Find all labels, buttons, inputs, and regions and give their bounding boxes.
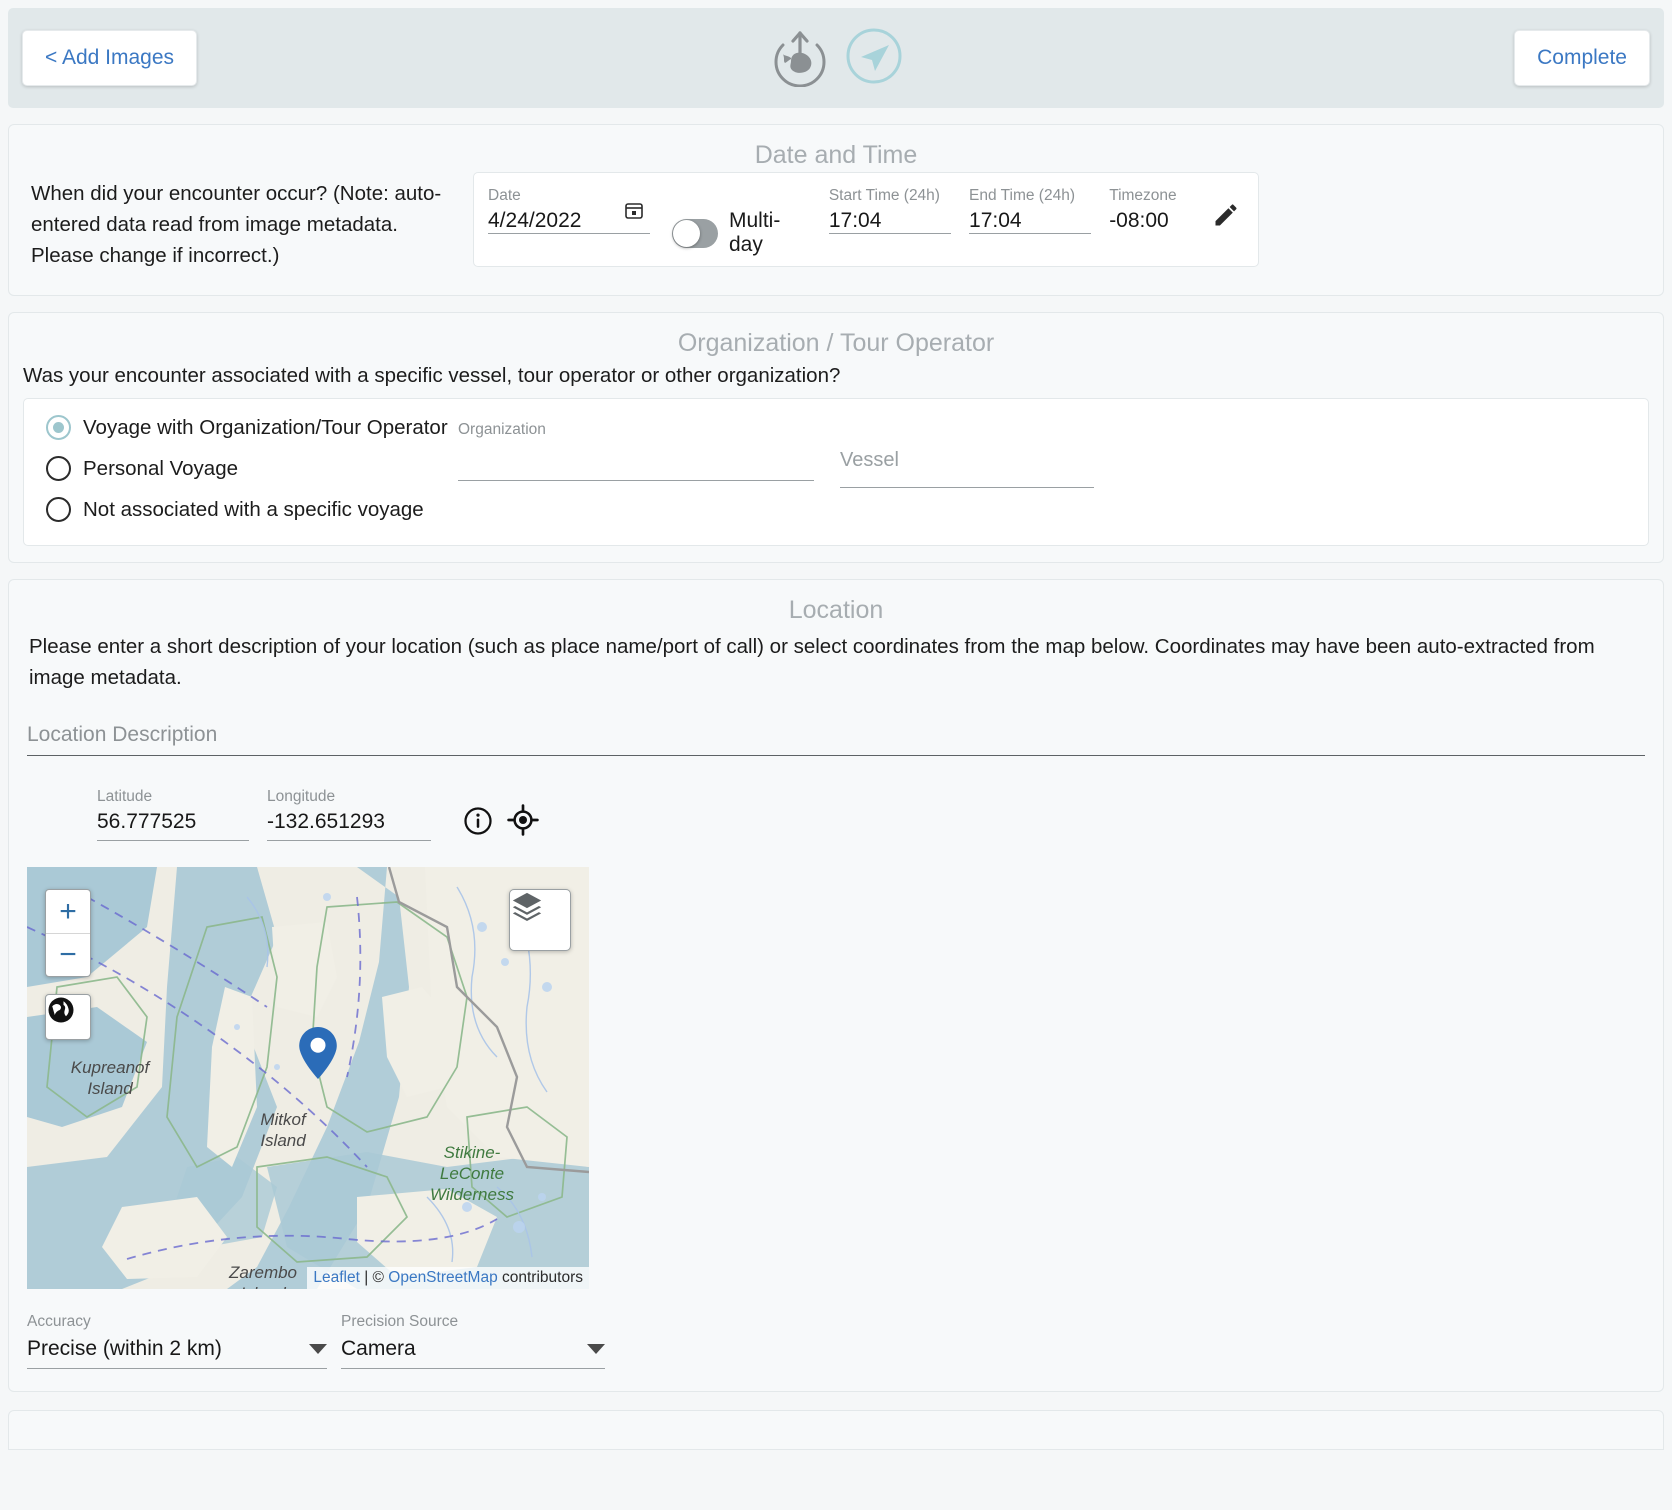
organization-field[interactable]: Organization <box>458 421 814 481</box>
pencil-edit-icon[interactable] <box>1212 201 1240 234</box>
map-zoom-out-button[interactable]: − <box>46 933 90 976</box>
attribution-tail: contributors <box>497 1269 583 1286</box>
location-description-placeholder: Location Description <box>27 723 218 746</box>
end-time-field[interactable]: End Time (24h) 17:04 <box>969 187 1092 234</box>
organization-title: Organization / Tour Operator <box>677 329 995 357</box>
date-field[interactable]: Date 4/24/2022 <box>488 187 650 234</box>
location-title: Location <box>788 596 884 624</box>
end-time-value[interactable]: 17:04 <box>969 209 1022 238</box>
chevron-down-icon[interactable] <box>587 1344 605 1354</box>
map-globe-button[interactable] <box>45 994 91 1040</box>
location-metadata-selects: Accuracy Precise (within 2 km) Precision… <box>9 1289 1663 1369</box>
chevron-down-icon[interactable] <box>309 1344 327 1354</box>
date-time-title: Date and Time <box>754 141 918 169</box>
accuracy-label: Accuracy <box>27 1313 91 1330</box>
map-layers-button[interactable] <box>509 889 571 951</box>
vessel-field-placeholder: Vessel <box>840 449 899 471</box>
attribution-separator: | © <box>359 1269 389 1286</box>
location-description-field[interactable]: Location Description <box>27 723 1645 756</box>
complete-container: Complete <box>1514 30 1650 86</box>
navigation-arrow-icon <box>845 27 903 90</box>
longitude-label: Longitude <box>267 788 336 805</box>
start-time-value[interactable]: 17:04 <box>829 209 882 238</box>
info-circle-icon[interactable] <box>463 806 493 841</box>
latitude-field[interactable]: Latitude 56.777525 <box>97 788 249 841</box>
app-logo-group <box>8 25 1664 92</box>
latitude-value[interactable]: 56.777525 <box>97 810 249 840</box>
date-time-question: When did your encounter occur? (Note: au… <box>31 182 442 267</box>
multi-day-toggle[interactable] <box>671 218 718 248</box>
encounter-report-page: < Add Images Complete Date and Time When… <box>0 8 1672 1510</box>
vessel-field[interactable]: Vessel <box>840 449 1094 488</box>
openstreetmap-link[interactable]: OpenStreetMap <box>388 1269 497 1286</box>
precision-source-label: Precision Source <box>341 1313 459 1330</box>
start-time-field[interactable]: Start Time (24h) 17:04 <box>828 187 952 234</box>
timezone-label: Timezone <box>1109 187 1177 204</box>
map-attribution: Leaflet | © OpenStreetMap contributors <box>307 1267 589 1289</box>
whale-upload-icon <box>769 25 831 92</box>
multi-day-label: Multi-day <box>729 209 781 256</box>
crosshair-target-icon[interactable] <box>507 804 539 841</box>
location-instructions: Please enter a short description of your… <box>29 635 1595 689</box>
timezone-value: -08:00 <box>1109 209 1169 232</box>
organization-field-label: Organization <box>458 421 546 438</box>
complete-button[interactable]: Complete <box>1514 30 1650 86</box>
radio-label: Not associated with a specific voyage <box>83 497 424 521</box>
organization-card: Organization / Tour Operator Was your en… <box>8 312 1664 563</box>
precision-source-value: Camera <box>341 1337 416 1360</box>
map-zoom-controls: + − <box>45 889 91 977</box>
top-toolbar: < Add Images Complete <box>8 8 1664 108</box>
next-section-stub <box>8 1410 1664 1450</box>
toggle-knob <box>672 219 700 247</box>
radio-button[interactable] <box>46 497 71 522</box>
organization-question: Was your encounter associated with a spe… <box>23 364 841 387</box>
multi-day-toggle-group[interactable]: Multi-day <box>671 209 805 257</box>
latitude-label: Latitude <box>97 788 153 805</box>
date-time-fields: Date 4/24/2022 Multi-day Start Time (24h… <box>473 172 1259 267</box>
location-description-underline <box>27 755 1645 756</box>
precision-source-select[interactable]: Precision Source Camera <box>341 1313 605 1369</box>
date-time-card: Date and Time When did your encounter oc… <box>8 124 1664 296</box>
radio-button-selected[interactable] <box>46 415 71 440</box>
start-time-label: Start Time (24h) <box>828 187 940 204</box>
organization-options-box: Voyage with Organization/Tour Operator P… <box>23 398 1649 546</box>
location-map[interactable]: Kupreanof Island Mitkof Island Stikine- … <box>27 867 589 1289</box>
leaflet-link[interactable]: Leaflet <box>313 1269 360 1286</box>
radio-option-voyage-with-org[interactable]: Voyage with Organization/Tour Operator <box>46 415 1648 440</box>
voyage-radio-group: Voyage with Organization/Tour Operator P… <box>24 399 1648 522</box>
coordinates-row: Latitude 56.777525 Longitude -132.651293 <box>9 756 1663 841</box>
radio-button[interactable] <box>46 456 71 481</box>
accuracy-select[interactable]: Accuracy Precise (within 2 km) <box>27 1313 327 1369</box>
radio-label: Voyage with Organization/Tour Operator <box>83 415 448 439</box>
location-card: Location Please enter a short descriptio… <box>8 579 1664 1392</box>
timezone-field: Timezone -08:00 <box>1109 187 1208 233</box>
longitude-field[interactable]: Longitude -132.651293 <box>267 788 431 841</box>
radio-label: Personal Voyage <box>83 456 239 480</box>
end-time-label: End Time (24h) <box>969 187 1075 204</box>
date-field-value[interactable]: 4/24/2022 <box>488 209 581 238</box>
longitude-value[interactable]: -132.651293 <box>267 810 419 840</box>
map-zoom-in-button[interactable]: + <box>46 890 90 933</box>
accuracy-value: Precise (within 2 km) <box>27 1337 222 1360</box>
radio-option-not-associated[interactable]: Not associated with a specific voyage <box>46 497 1648 522</box>
calendar-icon[interactable] <box>624 200 644 225</box>
